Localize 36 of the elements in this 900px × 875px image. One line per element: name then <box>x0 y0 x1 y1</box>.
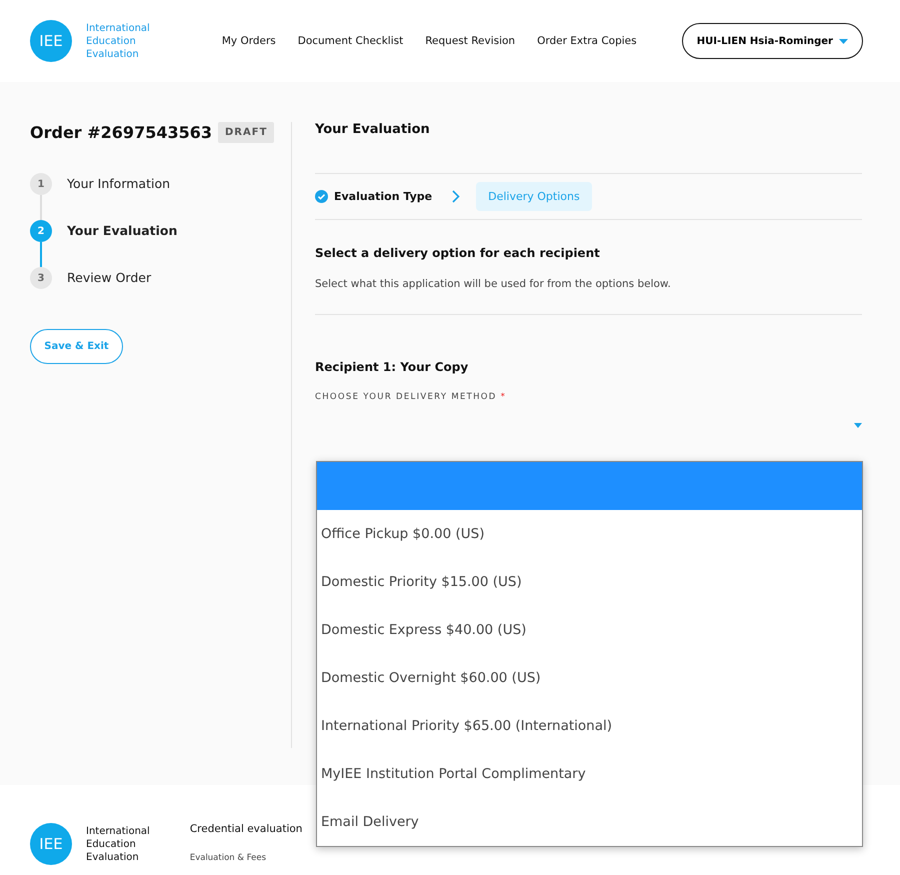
chevron-right-icon <box>452 190 460 203</box>
recipient-title: Recipient 1: Your Copy <box>315 360 470 374</box>
required-mark: * <box>500 392 506 402</box>
step-label[interactable]: Review Order <box>67 267 152 289</box>
footer-heading: Credential evaluation <box>190 823 302 835</box>
step-number: 2 <box>30 220 52 242</box>
dropdown-option[interactable]: Office Pickup $0.00 (US) <box>317 510 862 558</box>
substep-tab[interactable]: Evaluation Type <box>334 190 432 203</box>
caret-icon <box>854 423 862 428</box>
dropdown-option[interactable]: MyIEE Institution Portal Complimentary <box>317 750 862 798</box>
step-number: 3 <box>30 267 52 289</box>
nav-link[interactable]: Document Checklist <box>298 35 404 47</box>
nav-link[interactable]: My Orders <box>222 35 276 47</box>
section-hint: Select what this application will be used for from the options below. <box>315 278 862 315</box>
footer-link[interactable]: Evaluation & Fees <box>190 853 302 863</box>
nav-link[interactable]: Request Revision <box>425 35 516 47</box>
dropdown-option[interactable]: Email Delivery <box>317 798 862 846</box>
dropdown-option[interactable] <box>317 462 862 510</box>
order-title: Order #2697543563 <box>30 123 212 142</box>
logo-name: International Education Evaluation <box>86 824 150 864</box>
status-badge: DRAFT <box>218 122 274 143</box>
check-circle-icon <box>315 190 328 203</box>
dropdown-option[interactable]: Domestic Overnight $60.00 (US) <box>317 654 862 702</box>
section-heading: Select a delivery option for each recipient <box>315 246 601 260</box>
dropdown-option[interactable]: Domestic Priority $15.00 (US) <box>317 558 862 606</box>
logo-name: International Education Evaluation <box>86 22 150 60</box>
step-label[interactable]: Your Evaluation <box>67 220 178 267</box>
dropdown-option[interactable]: International Priority $65.00 (International) <box>317 702 862 750</box>
step-label[interactable]: Your Information <box>67 173 170 220</box>
section-title: Your Evaluation <box>315 122 862 174</box>
nav-link[interactable]: Order Extra Copies <box>537 35 637 47</box>
dropdown-option[interactable]: Domestic Express $40.00 (US) <box>317 606 862 654</box>
user-menu-button[interactable]: HUI-LIEN Hsia-Rominger <box>682 23 863 59</box>
caret-icon <box>839 38 848 44</box>
step-number: 1 <box>30 173 52 195</box>
field-label: CHOOSE YOUR DELIVERY METHOD <box>315 392 497 402</box>
